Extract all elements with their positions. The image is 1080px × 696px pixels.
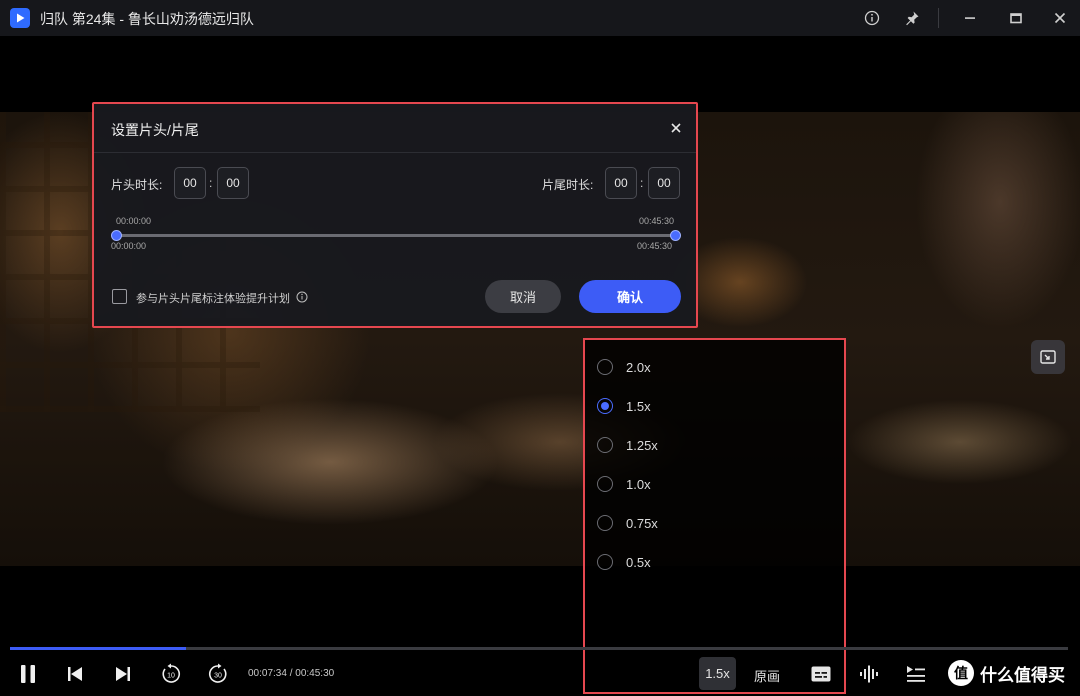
range-start-handle[interactable] [111,230,122,241]
rewind-10-icon: 10 [162,663,181,683]
speed-option-label: 1.25x [626,437,658,453]
minimize-icon[interactable] [959,7,981,29]
maximize-icon[interactable] [1005,7,1027,29]
playlist-icon [907,666,925,682]
close-icon[interactable] [1049,7,1071,29]
titlebar-divider [938,8,939,28]
participate-label: 参与片头片尾标注体验提升计划 [136,293,290,305]
forward-30-icon: 30 [208,663,227,683]
radio-icon [597,359,613,375]
pause-button[interactable] [18,663,38,685]
previous-button[interactable] [66,665,84,683]
close-icon [671,123,681,133]
radio-icon [597,515,613,531]
info-icon[interactable] [861,7,883,29]
outro-duration-label: 片尾时长: [542,178,594,192]
skip-previous-icon [68,667,82,681]
speed-option-label: 1.5x [626,398,651,414]
skip-next-icon [116,667,130,681]
forward-button[interactable]: 30 [207,663,229,685]
radio-selected-icon [597,398,613,414]
audio-track-button[interactable] [858,664,880,684]
speed-option[interactable]: 2.0x [597,356,651,378]
confirm-button[interactable]: 确认 [579,280,681,313]
time-display: 00:07:34 / 00:45:30 [248,668,335,679]
picture-in-picture-icon [1040,350,1056,364]
app-logo-icon [10,8,30,28]
picture-in-picture-button[interactable] [1031,340,1065,374]
playback-progress-fill [10,647,186,650]
participate-checkbox[interactable] [112,289,127,304]
intro-minutes-field[interactable] [174,167,206,199]
watermark-text: 什么值得买 [980,665,1065,685]
watermark-badge: 值 [948,660,974,686]
watermark: 值 什么值得买 [948,658,1065,688]
svg-text:10: 10 [167,673,175,680]
playlist-button[interactable] [905,664,927,684]
dialog-title: 设置片头/片尾 [111,122,199,138]
dialog-close-button[interactable] [668,120,684,136]
subtitle-icon [811,666,831,682]
speed-option[interactable]: 1.5x [597,395,651,417]
range-end-bottom-label: 00:45:30 [637,241,673,251]
range-start-top-label: 00:00:00 [116,216,152,226]
radio-icon [597,476,613,492]
speed-option-label: 1.0x [626,476,651,492]
audio-wave-icon [860,665,878,683]
radio-icon [597,437,613,453]
subtitle-button[interactable] [810,664,832,684]
outro-colon: : [640,176,644,190]
speed-option[interactable]: 1.0x [597,473,651,495]
dialog-divider [94,152,696,153]
outro-seconds-field[interactable] [648,167,680,199]
intro-colon: : [209,176,213,190]
playback-progress-bar[interactable] [10,647,1068,650]
intro-outro-range-track[interactable] [116,234,676,237]
pause-icon [21,665,35,683]
intro-seconds-field[interactable] [217,167,249,199]
quality-button[interactable]: 原画 [754,666,780,685]
speed-option[interactable]: 0.5x [597,551,651,573]
cancel-button[interactable]: 取消 [485,280,561,313]
outro-minutes-field[interactable] [605,167,637,199]
playback-speed-menu: 2.0x 1.5x 1.25x 1.0x 0.75x 0.5x [583,338,846,694]
speed-option[interactable]: 0.75x [597,512,658,534]
pin-icon[interactable] [901,7,923,29]
speed-option-label: 0.75x [626,515,658,531]
speed-option-label: 0.5x [626,554,651,570]
range-end-top-label: 00:45:30 [639,216,675,226]
rewind-button[interactable]: 10 [160,663,182,685]
info-icon[interactable] [296,291,308,303]
range-end-handle[interactable] [670,230,681,241]
intro-duration-label: 片头时长: [111,178,163,192]
title-bar: 归队 第24集 - 鲁长山劝汤德远归队 [0,0,1080,36]
playback-speed-button[interactable]: 1.5x [699,657,736,690]
speed-option-label: 2.0x [626,359,651,375]
intro-outro-dialog: 设置片头/片尾 片头时长: : 片尾时长: : 00:00:00 00:45:3… [92,102,698,328]
range-start-bottom-label: 00:00:00 [111,241,147,251]
window-title: 归队 第24集 - 鲁长山劝汤德远归队 [40,11,254,27]
next-button[interactable] [114,665,132,683]
radio-icon [597,554,613,570]
svg-text:30: 30 [214,673,222,680]
speed-option[interactable]: 1.25x [597,434,658,456]
